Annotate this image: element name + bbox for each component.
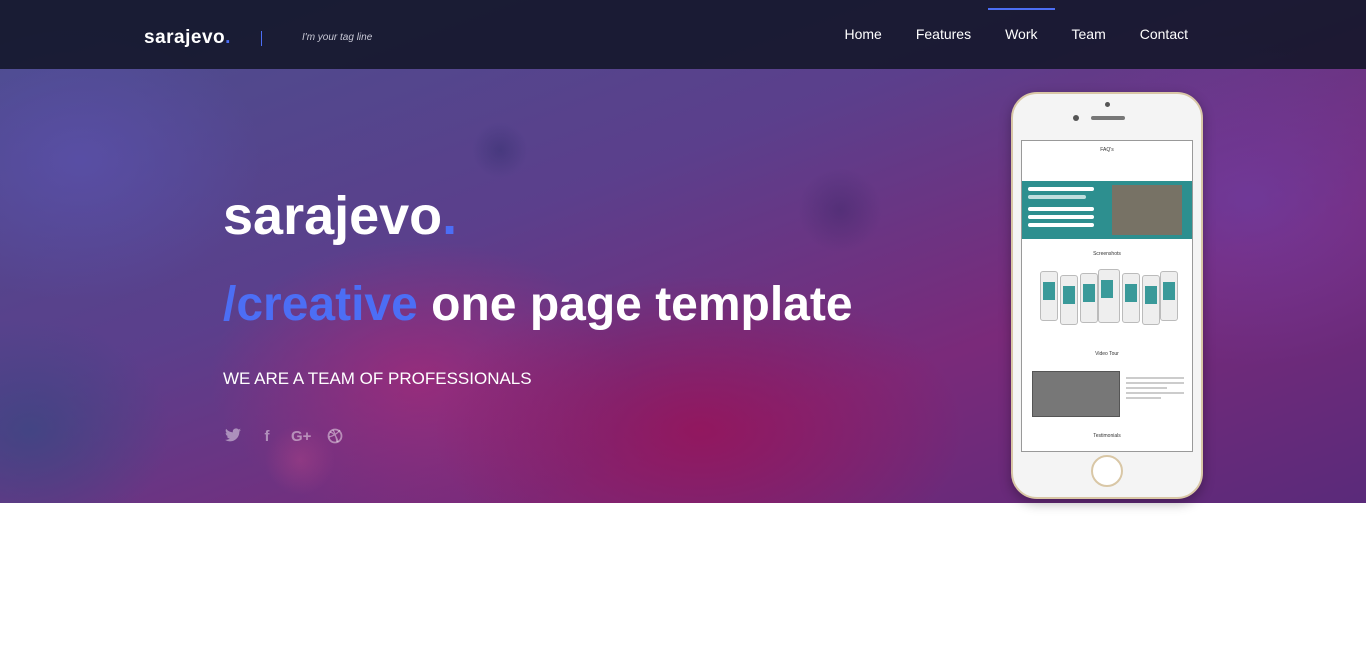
phone-home-button xyxy=(1091,455,1123,487)
phone-mockup: FAQ's Screenshots Video Tour Testimonial… xyxy=(1011,92,1203,499)
brand-separator xyxy=(261,31,262,46)
nav-item-contact[interactable]: Contact xyxy=(1123,0,1205,69)
nav-item-home[interactable]: Home xyxy=(827,0,898,69)
hero-title-text: sarajevo xyxy=(223,186,443,246)
brand-name: sarajevo xyxy=(144,27,226,48)
screen-faq-block xyxy=(1022,181,1192,239)
phone-screen: FAQ's Screenshots Video Tour Testimonial… xyxy=(1021,140,1193,452)
phone-camera xyxy=(1105,102,1110,107)
hero-subtitle-accent: /creative xyxy=(223,278,418,331)
screen-faq-label: FAQ's xyxy=(1100,147,1114,153)
facebook-icon[interactable]: f xyxy=(257,428,277,448)
hero-title-dot: . xyxy=(442,186,458,246)
hero-tagline: WE ARE A TEAM OF PROFESSIONALS xyxy=(223,369,532,388)
social-links: f G+ xyxy=(223,428,345,448)
hero-subtitle-rest: one page template xyxy=(417,278,853,331)
main-nav: Home Features Work Team Contact xyxy=(827,0,1205,69)
brand-logo[interactable]: sarajevo. xyxy=(144,27,231,49)
screen-screenshots xyxy=(1040,269,1178,327)
twitter-icon[interactable] xyxy=(223,428,243,448)
navbar: sarajevo. I'm your tag line Home Feature… xyxy=(0,0,1366,69)
screen-video-text xyxy=(1126,377,1184,402)
phone-speaker xyxy=(1091,116,1125,120)
nav-item-features[interactable]: Features xyxy=(899,0,988,69)
brand-tagline: I'm your tag line xyxy=(302,32,373,43)
hero-subtitle: /creative one page template xyxy=(223,276,853,334)
screen-screenshots-label: Screenshots xyxy=(1093,251,1121,257)
nav-item-work[interactable]: Work xyxy=(988,0,1055,69)
screen-testimonials-label: Testimonials xyxy=(1093,433,1121,439)
screen-video-thumb xyxy=(1032,371,1120,417)
screen-faq-image xyxy=(1112,185,1182,235)
phone-lens xyxy=(1073,115,1079,121)
nav-item-team[interactable]: Team xyxy=(1055,0,1123,69)
google-plus-icon[interactable]: G+ xyxy=(291,428,311,448)
hero-title: sarajevo. xyxy=(223,184,457,249)
dribbble-icon[interactable] xyxy=(325,428,345,448)
brand-dot: . xyxy=(225,27,231,48)
screen-video-label: Video Tour xyxy=(1095,351,1119,357)
